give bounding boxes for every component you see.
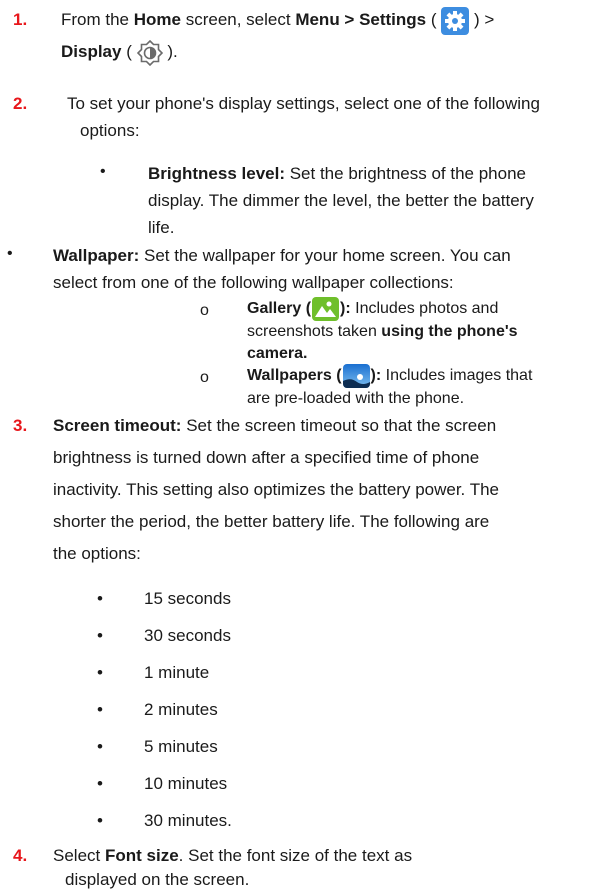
gallery-label: Gallery ( bbox=[247, 300, 312, 318]
bullet: • bbox=[97, 626, 103, 645]
option-label: 30 minutes. bbox=[144, 811, 232, 830]
list-item: • 30 seconds bbox=[97, 620, 397, 657]
text: are pre-loaded with the phone. bbox=[247, 390, 465, 407]
list-item: • 10 minutes bbox=[97, 768, 397, 805]
list-item: • 15 seconds bbox=[97, 583, 397, 620]
option-label: 30 seconds bbox=[144, 626, 231, 645]
text: display. The dimmer the level, the bette… bbox=[148, 191, 534, 210]
text: Includes images that bbox=[381, 367, 533, 385]
step-number: 2. bbox=[13, 94, 28, 113]
text: screen, select bbox=[180, 10, 296, 29]
text: ). bbox=[162, 42, 178, 61]
home-label: Home bbox=[133, 10, 181, 29]
text: To set your phone's display settings, se… bbox=[67, 94, 540, 113]
bullet: • bbox=[97, 589, 103, 608]
text: camera. bbox=[247, 345, 308, 362]
brightness-icon bbox=[136, 39, 163, 66]
step-2-intro: To set your phone's display settings, se… bbox=[67, 90, 597, 117]
brightness-item: Brightness level: Set the brightness of … bbox=[148, 160, 598, 241]
step-number: 4. bbox=[13, 846, 28, 865]
list-item: • 1 minute bbox=[97, 657, 397, 694]
text: Includes photos and bbox=[350, 300, 499, 318]
bullet: • bbox=[97, 663, 103, 682]
text: Set the screen timeout so that the scree… bbox=[181, 416, 497, 435]
gear-icon bbox=[441, 6, 470, 35]
bullet: • bbox=[97, 774, 103, 793]
wallpaper-item: Wallpaper: Set the wallpaper for your ho… bbox=[53, 242, 598, 296]
option-label: 15 seconds bbox=[144, 589, 231, 608]
sub-bullet: o bbox=[200, 369, 209, 386]
step-2-intro-cont: options: bbox=[80, 117, 140, 144]
text: . Set the font size of the text as bbox=[178, 846, 413, 865]
option-label: 1 minute bbox=[144, 663, 210, 682]
screen-timeout-label: Screen timeout: bbox=[53, 416, 182, 435]
text: the options: bbox=[53, 544, 141, 563]
wallpapers-icon bbox=[342, 364, 370, 388]
text: From the bbox=[61, 10, 134, 29]
text: displayed on the screen. bbox=[65, 870, 250, 889]
bullet: • bbox=[97, 737, 103, 756]
bullet: • bbox=[100, 163, 106, 180]
option-label: 10 minutes bbox=[144, 774, 228, 793]
text: using the phone's bbox=[381, 323, 518, 340]
gallery-item: Gallery (): Includes photos and screensh… bbox=[247, 297, 597, 365]
list-item: • 5 minutes bbox=[97, 731, 397, 768]
text: screenshots taken bbox=[247, 323, 382, 340]
text: life. bbox=[148, 218, 175, 237]
step-4-text: Select Font size. Set the font size of t… bbox=[53, 844, 598, 892]
wallpapers-item: Wallpapers (): Includes images that are … bbox=[247, 364, 597, 410]
text: ( bbox=[121, 42, 137, 61]
list-item: • 30 minutes. bbox=[97, 805, 397, 842]
step-1: 1. From the Home screen, select Menu > S… bbox=[13, 4, 593, 84]
text: select from one of the following wallpap… bbox=[53, 273, 454, 292]
step-1-text: From the Home screen, select Menu > Sett… bbox=[61, 4, 494, 68]
list-item: • 2 minutes bbox=[97, 694, 397, 731]
bullet: • bbox=[97, 700, 103, 719]
display-label: Display bbox=[61, 42, 122, 61]
option-label: 2 minutes bbox=[144, 700, 218, 719]
text: Set the wallpaper for your home screen. … bbox=[139, 246, 511, 265]
step-number: 3. bbox=[13, 416, 28, 435]
step-3-text: Screen timeout: Set the screen timeout s… bbox=[53, 410, 598, 570]
text: ( bbox=[426, 10, 442, 29]
text: Select bbox=[53, 846, 105, 865]
text: Set the brightness of the phone bbox=[285, 164, 527, 183]
step-number: 1. bbox=[13, 10, 28, 29]
option-label: 5 minutes bbox=[144, 737, 218, 756]
menu-settings-label: Menu > Settings bbox=[295, 10, 427, 29]
text: options: bbox=[80, 121, 140, 140]
text: shorter the period, the better battery l… bbox=[53, 512, 490, 531]
timeout-options: • 15 seconds • 30 seconds • 1 minute • 2 min… bbox=[97, 583, 397, 842]
font-size-label: Font size bbox=[104, 846, 179, 865]
text: ) > bbox=[469, 10, 495, 29]
brightness-label: Brightness level: bbox=[148, 164, 285, 183]
sub-bullet: o bbox=[200, 302, 209, 319]
bullet: • bbox=[97, 811, 103, 830]
page: { "step1": { "num": "1.", "t1": "From th… bbox=[0, 0, 603, 894]
text: brightness is turned down after a specif… bbox=[53, 448, 480, 467]
gallery-icon bbox=[312, 297, 340, 321]
gallery-label-end: ): bbox=[340, 300, 351, 318]
text: inactivity. This setting also optimizes … bbox=[53, 480, 499, 499]
bullet: • bbox=[7, 245, 13, 262]
wallpapers-label: Wallpapers ( bbox=[247, 367, 342, 385]
wallpaper-label: Wallpaper: bbox=[53, 246, 140, 265]
wallpapers-label-end: ): bbox=[370, 367, 382, 385]
